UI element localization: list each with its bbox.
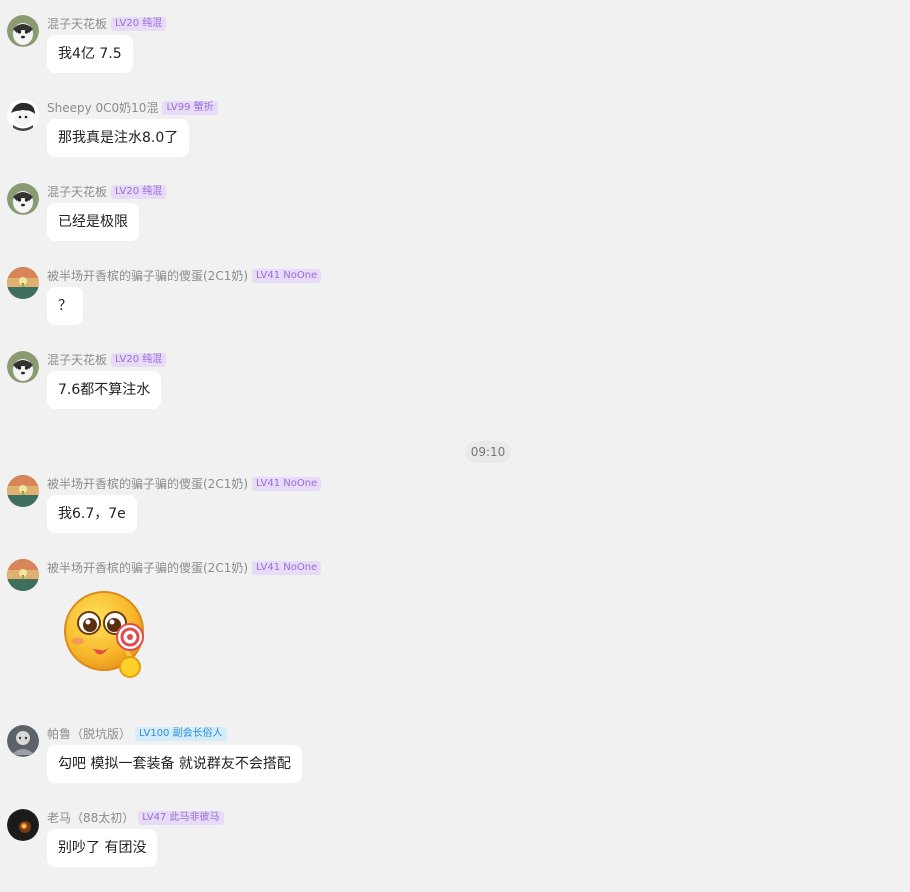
message-bubble[interactable]: 别吵了 有团没 <box>47 829 158 867</box>
time-divider: 09:10 <box>465 441 511 463</box>
gray-avatar[interactable] <box>7 725 39 757</box>
level-badge: LV20 纯混 <box>111 185 167 199</box>
lollipop-emoji-sticker[interactable] <box>60 587 152 679</box>
message-bubble[interactable]: 已经是极限 <box>47 203 139 241</box>
level-badge: LV41 NoOne <box>252 477 322 491</box>
sender-name[interactable]: 老马（88太初） <box>47 810 134 826</box>
level-badge: LV41 NoOne <box>252 561 322 575</box>
level-badge: LV100 副会长俗人 <box>135 727 227 741</box>
level-badge: LV41 NoOne <box>252 269 322 283</box>
sunset-avatar[interactable] <box>7 559 39 591</box>
husky-avatar[interactable] <box>7 15 39 47</box>
sheep-avatar[interactable] <box>7 99 39 131</box>
husky-avatar[interactable] <box>7 351 39 383</box>
sender-name[interactable]: 混子天花板 <box>47 16 107 32</box>
husky-avatar[interactable] <box>7 183 39 215</box>
message-bubble[interactable]: ？ <box>47 287 83 325</box>
sender-name[interactable]: 被半场开香槟的骗子骗的傻蛋(2C1奶) <box>47 268 248 284</box>
message-bubble[interactable]: 我6.7，7e <box>47 495 137 533</box>
chat-message-list[interactable]: 混子天花板 LV20 纯混 我4亿 7.5 Sheepy 0C0奶10混 LV9… <box>0 0 910 892</box>
sunset-avatar[interactable] <box>7 475 39 507</box>
sender-name[interactable]: 被半场开香槟的骗子骗的傻蛋(2C1奶) <box>47 476 248 492</box>
sender-name[interactable]: Sheepy 0C0奶10混 <box>47 100 158 116</box>
message-bubble[interactable]: 勾吧 模拟一套装备 就说群友不会搭配 <box>47 745 302 783</box>
level-badge: LV20 纯混 <box>111 17 167 31</box>
level-badge: LV47 此马非彼马 <box>138 811 224 825</box>
message-bubble[interactable]: 那我真是注水8.0了 <box>47 119 190 157</box>
sender-name[interactable]: 混子天花板 <box>47 352 107 368</box>
level-badge: LV99 蟹折 <box>162 101 218 115</box>
sender-name[interactable]: 帕鲁（脱坑版） <box>47 726 131 742</box>
dark-avatar[interactable] <box>7 809 39 841</box>
sender-name[interactable]: 被半场开香槟的骗子骗的傻蛋(2C1奶) <box>47 560 248 576</box>
sender-name[interactable]: 混子天花板 <box>47 184 107 200</box>
message-bubble[interactable]: 7.6都不算注水 <box>47 371 162 409</box>
message-bubble[interactable]: 我4亿 7.5 <box>47 35 133 73</box>
level-badge: LV20 纯混 <box>111 353 167 367</box>
sunset-avatar[interactable] <box>7 267 39 299</box>
